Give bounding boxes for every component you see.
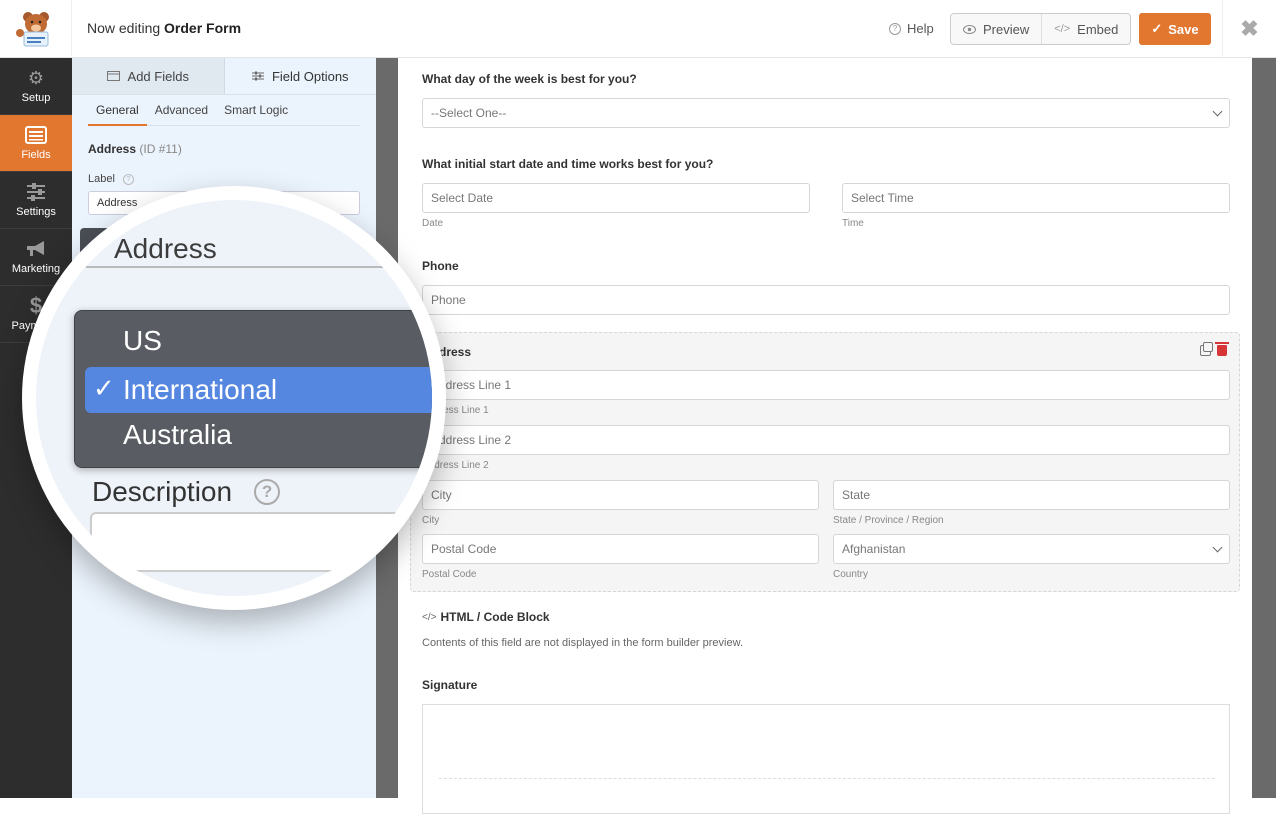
- country-select[interactable]: Afghanistan: [833, 534, 1230, 564]
- magnified-description-label: Description ?: [92, 476, 281, 508]
- address-line2-input[interactable]: Address Line 2: [422, 425, 1230, 455]
- gear-icon: ⚙: [27, 67, 45, 88]
- megaphone-icon: [25, 239, 47, 259]
- label-caption-text: Label: [88, 173, 115, 185]
- magnifier-lens: Address US ✓ International Australia Des…: [36, 200, 432, 596]
- save-button[interactable]: ✓ Save: [1139, 13, 1211, 45]
- save-label: Save: [1168, 21, 1199, 37]
- scheme-option-international[interactable]: ✓ International: [85, 367, 432, 413]
- html-block-title: </> HTML / Code Block: [422, 610, 550, 624]
- day-question-label: What day of the week is best for you?: [422, 72, 637, 86]
- form-name: Order Form: [164, 20, 242, 36]
- magnified-field-title: Address: [114, 233, 217, 264]
- title-prefix: Now editing: [87, 20, 161, 36]
- state-sublabel: State / Province / Region: [833, 515, 944, 526]
- table-icon: [106, 71, 120, 81]
- sidebar-item-label: Fields: [21, 149, 51, 161]
- city-input[interactable]: City: [422, 480, 819, 510]
- close-button[interactable]: ✖: [1222, 0, 1276, 58]
- label-caption: Label ?: [88, 173, 360, 185]
- day-select-value: --Select One--: [431, 106, 507, 120]
- tab-field-options[interactable]: Field Options: [225, 58, 377, 94]
- magnified-description-input: [90, 512, 432, 572]
- date-input[interactable]: Select Date: [422, 183, 810, 213]
- top-bar: Now editing Order Form ? Help Preview </…: [0, 0, 1276, 58]
- help-icon: ?: [254, 479, 281, 505]
- help-button[interactable]: ? Help: [889, 21, 934, 36]
- html-block-note: Contents of this field are not displayed…: [422, 637, 744, 649]
- fields-list-icon: [25, 125, 47, 145]
- signature-label: Signature: [422, 678, 478, 692]
- sliders-icon: [25, 182, 47, 202]
- form-preview: What day of the week is best for you? --…: [398, 58, 1252, 814]
- wpforms-logo: [0, 0, 72, 58]
- date-sublabel: Date: [422, 218, 444, 229]
- state-input[interactable]: State: [833, 480, 1230, 510]
- right-scroll-gutter: [1252, 58, 1276, 798]
- tab-label: Add Fields: [127, 68, 189, 84]
- subtab-general[interactable]: General: [88, 95, 147, 126]
- day-select[interactable]: --Select One--: [422, 98, 1230, 128]
- preview-label: Preview: [983, 21, 1030, 37]
- panel-tabs: Add Fields Field Options: [72, 58, 376, 95]
- sliders-icon: [251, 71, 264, 81]
- magnified-divider: [86, 266, 432, 268]
- phone-input[interactable]: Phone: [422, 285, 1230, 315]
- sidebar-item-setup[interactable]: ⚙ Setup: [0, 58, 72, 115]
- country-value: Afghanistan: [842, 542, 906, 556]
- address-line1-input[interactable]: Address Line 1: [422, 370, 1230, 400]
- help-label: Help: [907, 21, 934, 36]
- scheme-dropdown-menu: US ✓ International Australia: [74, 310, 432, 468]
- time-sublabel: Time: [842, 218, 864, 229]
- help-icon: ?: [889, 22, 901, 35]
- magnifier-callout: Address US ✓ International Australia Des…: [22, 186, 446, 610]
- signature-line: [439, 778, 1215, 779]
- field-name: Address: [88, 142, 137, 156]
- postal-code-input[interactable]: Postal Code: [422, 534, 819, 564]
- sidebar-item-fields[interactable]: Fields: [0, 115, 72, 172]
- sidebar-item-label: Marketing: [11, 263, 61, 275]
- scheme-option-label: International: [123, 374, 278, 405]
- html-block-title-text: HTML / Code Block: [440, 610, 550, 624]
- check-icon: ✓: [1151, 21, 1163, 36]
- bear-mascot-icon: [15, 12, 49, 47]
- help-icon[interactable]: ?: [122, 173, 134, 185]
- duplicate-icon[interactable]: [1200, 342, 1213, 356]
- embed-button[interactable]: </> Embed: [1041, 14, 1130, 44]
- field-id: (ID #11): [139, 142, 182, 156]
- subtab-smart-logic[interactable]: Smart Logic: [216, 95, 296, 126]
- subtab-advanced[interactable]: Advanced: [147, 95, 216, 126]
- sidebar-item-label: Setup: [21, 92, 51, 104]
- preview-button[interactable]: Preview: [951, 14, 1041, 44]
- scheme-option-us[interactable]: US: [123, 325, 162, 357]
- subtabs: General Advanced Smart Logic: [88, 95, 360, 126]
- country-sublabel: Country: [833, 569, 869, 580]
- close-icon: ✖: [1240, 16, 1259, 41]
- address-field-block[interactable]: Address Address Line 1 Address Line 1 Ad…: [410, 332, 1240, 592]
- checkmark-icon: ✓: [93, 373, 115, 403]
- scheme-option-australia[interactable]: Australia: [123, 419, 232, 451]
- code-icon: </>: [422, 611, 437, 623]
- description-label-text: Description: [92, 476, 233, 507]
- datetime-question-label: What initial start date and time works b…: [422, 157, 714, 171]
- chevron-down-icon: [1212, 542, 1223, 553]
- sidebar-item-settings[interactable]: Settings: [0, 172, 72, 229]
- tab-add-fields[interactable]: Add Fields: [72, 58, 225, 94]
- field-actions: [1200, 342, 1229, 356]
- code-icon: </>: [1054, 23, 1071, 35]
- tab-label: Field Options: [271, 68, 349, 84]
- sidebar-item-label: Settings: [16, 206, 56, 218]
- embed-label: Embed: [1077, 21, 1119, 37]
- page-title: Now editing Order Form: [87, 20, 241, 36]
- time-input[interactable]: Select Time: [842, 183, 1230, 213]
- eye-icon: [963, 24, 976, 34]
- field-heading: Address (ID #11): [88, 142, 360, 156]
- trash-icon[interactable]: [1215, 342, 1229, 356]
- preview-embed-group: Preview </> Embed: [950, 13, 1132, 45]
- chevron-down-icon: [1212, 106, 1223, 117]
